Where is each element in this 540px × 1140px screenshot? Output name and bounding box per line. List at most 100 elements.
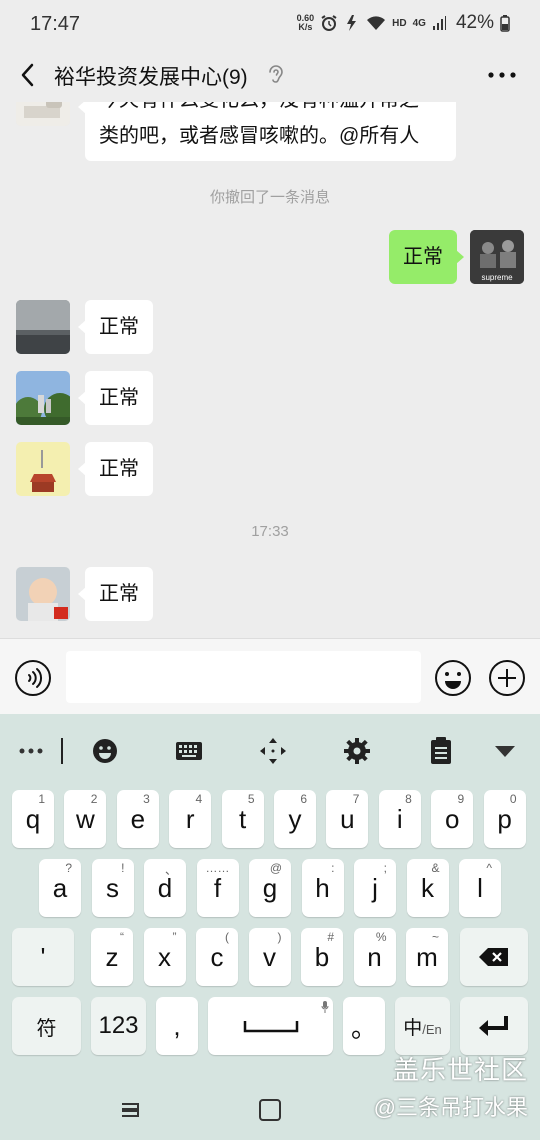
member-avatar[interactable] — [16, 371, 70, 425]
key-secondary-char: 1 — [38, 792, 45, 806]
recall-notice: 你撤回了一条消息 — [209, 189, 330, 206]
letter-key[interactable]: 0p — [483, 790, 526, 848]
key-secondary-char: ^ — [486, 861, 492, 875]
more-dots-icon — [488, 72, 516, 78]
letter-key[interactable]: ! s — [91, 859, 134, 917]
message-bubble[interactable]: 正常 — [78, 567, 153, 621]
keyboard-toolbar — [0, 714, 540, 788]
member-avatar-partial[interactable] — [16, 102, 70, 126]
toolbar-collapse-button[interactable] — [490, 736, 520, 766]
letter-key[interactable]: & k — [406, 859, 449, 917]
recent-apps-button[interactable] — [116, 1096, 144, 1124]
letter-key[interactable]: 9o — [431, 790, 474, 848]
wifi-icon — [367, 16, 386, 30]
key-char: j — [372, 872, 378, 903]
letter-key[interactable]: # b — [301, 928, 343, 986]
status-icons: 0.60 K/s HD 4G 42% — [297, 12, 510, 34]
enter-arrow-icon — [479, 1016, 508, 1036]
letter-key[interactable]: @ g — [249, 859, 291, 917]
space-key[interactable] — [208, 997, 333, 1055]
period-key[interactable]: 。 — [343, 997, 385, 1055]
letter-key[interactable]: ~ m — [406, 928, 448, 986]
gear-icon — [344, 738, 370, 764]
more-actions-button[interactable] — [488, 659, 526, 697]
more-options-button[interactable] — [486, 62, 518, 88]
number-key-label: 123 — [98, 1012, 139, 1039]
message-bubble[interactable]: 正常 — [78, 442, 153, 496]
symbol-key[interactable]: 符 — [12, 997, 81, 1055]
period-key-label: 。 — [350, 1012, 377, 1043]
comma-key[interactable]: , — [156, 997, 198, 1055]
key-secondary-char: 3 — [143, 792, 150, 806]
key-secondary-char: ) — [277, 930, 282, 944]
letter-key[interactable]: 5t — [221, 790, 264, 848]
letter-key[interactable]: 4r — [169, 790, 212, 848]
signal-icon — [432, 16, 446, 30]
network-type-label: HD — [392, 17, 407, 29]
home-button[interactable] — [256, 1096, 284, 1124]
key-secondary-char: & — [431, 861, 440, 875]
letter-key[interactable]: 、 d — [144, 859, 186, 917]
toolbar-expand-button[interactable] — [16, 736, 46, 766]
back-button[interactable] — [14, 60, 44, 90]
message-text: 正常 — [99, 583, 139, 605]
avatar-image — [16, 371, 70, 425]
language-switch-key[interactable]: 中/En — [395, 997, 450, 1055]
letter-key[interactable]: % n — [353, 928, 396, 986]
message-list[interactable]: 今天有什么变化么，没有种温开帮之 类的吧，或者感冒咳嗽的。@所有人 你撤回了一条… — [0, 102, 540, 638]
move-cursor-icon — [260, 738, 286, 764]
flash-charging-icon — [347, 15, 357, 31]
toolbar-cursor-button[interactable] — [258, 736, 288, 766]
letter-key[interactable]: :h — [301, 859, 344, 917]
my-message-bubble[interactable]: 正常 — [389, 230, 464, 284]
letter-key[interactable]: 7u — [326, 790, 369, 848]
emoji-button[interactable] — [434, 659, 472, 697]
my-avatar[interactable]: supreme — [470, 230, 524, 284]
message-text: 正常 — [99, 316, 139, 338]
letter-key[interactable]: 3e — [116, 790, 159, 848]
space-bar-icon — [243, 1021, 298, 1033]
key-char: c — [210, 941, 224, 972]
letter-key[interactable]: (c — [196, 928, 238, 986]
key-char: p — [497, 803, 512, 834]
delete-key[interactable] — [460, 928, 528, 986]
letter-key[interactable]: ” x — [143, 928, 186, 986]
member-avatar[interactable] — [16, 442, 70, 496]
letter-key[interactable]: 8i — [378, 790, 421, 848]
letter-key[interactable]: “z — [91, 928, 133, 986]
member-avatar[interactable] — [16, 300, 70, 354]
key-secondary-char: 6 — [300, 792, 307, 806]
toolbar-clipboard-button[interactable] — [426, 736, 456, 766]
message-bubble[interactable]: 正常 — [78, 371, 153, 425]
ear-mode-icon — [269, 65, 283, 83]
toolbar-emoji-button[interactable] — [90, 736, 120, 766]
letter-key[interactable]: 2w — [64, 790, 107, 848]
key-char: r — [185, 803, 195, 834]
letter-key[interactable]: ^ l — [459, 859, 501, 917]
keyboard-icon — [176, 742, 202, 760]
letter-key[interactable]: ? a — [39, 859, 81, 917]
key-char: a — [52, 872, 68, 903]
message-input[interactable] — [66, 651, 421, 703]
voice-icon — [15, 660, 51, 696]
letter-key[interactable]: 1q — [12, 790, 54, 848]
watermark-author: @三条吊打水果 — [373, 1095, 528, 1120]
message-bubble-partial[interactable]: 今天有什么变化么，没有种温开帮之 类的吧，或者感冒咳嗽的。@所有人 — [78, 102, 456, 161]
keyboard: 1q2w3e4r5t6y7u8i9o0p ? a! s、 d…… f @ g: h; j & k ^ l… — [0, 714, 540, 1140]
enter-key[interactable] — [460, 997, 528, 1055]
toolbar-keyboard-button[interactable] — [174, 736, 204, 766]
letter-key[interactable]: …… f — [196, 859, 239, 917]
language-key-main: 中 — [403, 1017, 423, 1039]
partial-message-line2: 类的吧，或者感冒咳嗽的。@所有人 — [99, 125, 420, 147]
voice-input-button[interactable] — [14, 659, 52, 697]
avatar-image — [16, 102, 70, 126]
letter-key[interactable]: ; j — [354, 859, 396, 917]
message-bubble[interactable]: 正常 — [78, 300, 153, 354]
member-avatar[interactable] — [16, 567, 70, 621]
letter-key[interactable]: 6y — [274, 790, 316, 848]
chat-header: 裕华投资发展中心(9) — [0, 50, 540, 102]
apostrophe-key[interactable]: ' — [12, 928, 74, 986]
toolbar-settings-button[interactable] — [342, 736, 372, 766]
number-key[interactable]: 123 — [91, 997, 146, 1055]
letter-key[interactable]: ) v — [248, 928, 291, 986]
